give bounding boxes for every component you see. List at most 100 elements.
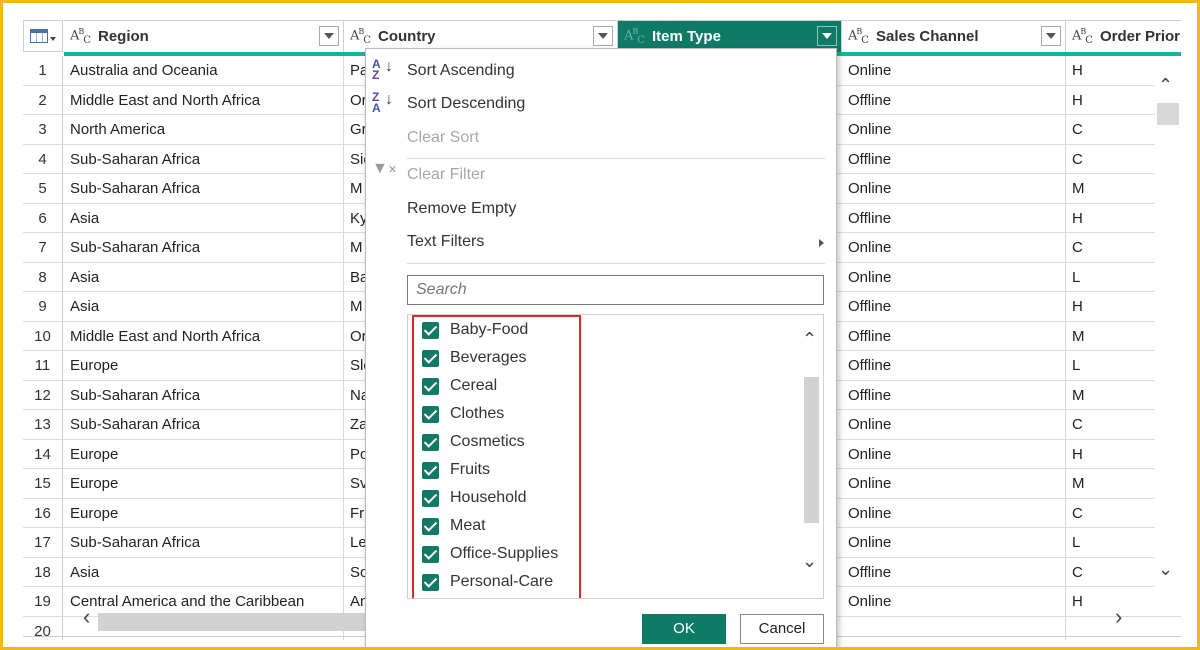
row-number: 15 [23, 469, 63, 498]
chevron-down-icon [822, 33, 832, 39]
text-type-icon: ABC [624, 27, 645, 46]
scroll-right-icon[interactable]: › [1115, 604, 1122, 630]
column-header[interactable]: ABC Sales Channel [842, 20, 1066, 52]
clear-filter-label: Clear Filter [407, 166, 486, 183]
table-cell[interactable]: Offline [842, 292, 1066, 321]
row-number: 5 [23, 174, 63, 203]
table-cell[interactable]: Sub-Saharan Africa [64, 380, 344, 409]
row-number: 16 [23, 498, 63, 527]
table-cell[interactable]: Europe [64, 351, 344, 380]
table-cell[interactable]: Offline [842, 380, 1066, 409]
row-number: 18 [23, 557, 63, 586]
scroll-down-icon[interactable]: ⌄ [802, 551, 817, 572]
table-cell[interactable]: Online [842, 410, 1066, 439]
table-cell[interactable]: Online [842, 56, 1066, 85]
row-number: 1 [23, 56, 63, 85]
table-cell[interactable]: Online [842, 233, 1066, 262]
table-cell[interactable]: Offline [842, 557, 1066, 586]
filter-dropdown-button[interactable] [1041, 26, 1061, 46]
table-cell[interactable]: Middle East and North Africa [64, 85, 344, 114]
table-cell[interactable]: Online [842, 174, 1066, 203]
row-number: 2 [23, 85, 63, 114]
filter-dropdown-button[interactable] [319, 26, 339, 46]
table-cell[interactable]: Online [842, 439, 1066, 468]
table-cell[interactable]: Online [842, 528, 1066, 557]
row-number: 4 [23, 144, 63, 173]
list-scrollbar[interactable]: ⌃ ⌄ [800, 315, 823, 598]
table-cell[interactable]: Offline [842, 321, 1066, 350]
list-scroll-thumb[interactable] [804, 377, 819, 523]
chevron-down-icon [50, 37, 56, 41]
column-filter-menu: A Z ↓ Sort Ascending Z A ↓ Sort Descending C… [365, 48, 837, 647]
clear-sort-item[interactable]: Clear Sort [366, 122, 836, 154]
row-number: 13 [23, 410, 63, 439]
sort-ascending-label: Sort Ascending [407, 62, 515, 79]
table-cell[interactable]: Australia and Oceania [64, 56, 344, 85]
text-filters-label: Text Filters [407, 233, 485, 250]
sort-descending-icon: Z A ↓ [372, 90, 393, 115]
scroll-left-icon[interactable]: ‹ [83, 604, 90, 630]
table-cell[interactable]: Middle East and North Africa [64, 321, 344, 350]
table-cell[interactable]: Europe [64, 439, 344, 468]
text-type-icon: ABC [848, 27, 869, 46]
horizontal-scroll-thumb[interactable] [98, 613, 368, 631]
row-number: 9 [23, 292, 63, 321]
table-cell[interactable]: Online [842, 469, 1066, 498]
vertical-scrollbar[interactable]: ⌃ ⌄ [1155, 59, 1181, 609]
highlight-box [412, 315, 581, 598]
sort-ascending-icon: A Z ↓ [372, 57, 393, 82]
table-cell[interactable]: Asia [64, 557, 344, 586]
column-header[interactable]: ABC Order Prior [1066, 20, 1181, 52]
table-menu-button[interactable] [23, 20, 63, 52]
table-cell[interactable]: Asia [64, 203, 344, 232]
column-header[interactable]: ABC Region [64, 20, 344, 52]
text-filters-item[interactable]: Text Filters [366, 226, 836, 258]
table-cell[interactable]: Asia [64, 292, 344, 321]
row-number: 7 [23, 233, 63, 262]
text-type-icon: ABC [1072, 27, 1093, 46]
chevron-down-icon [598, 33, 608, 39]
scroll-up-icon[interactable]: ⌃ [1158, 75, 1173, 96]
table-cell[interactable]: North America [64, 115, 344, 144]
table-cell[interactable]: Sub-Saharan Africa [64, 174, 344, 203]
cancel-button[interactable]: Cancel [740, 614, 824, 644]
vertical-scroll-thumb[interactable] [1157, 103, 1179, 125]
column-header-label: Country [378, 28, 436, 45]
row-number: 12 [23, 380, 63, 409]
table-cell[interactable]: Offline [842, 144, 1066, 173]
filter-dropdown-button[interactable] [593, 26, 613, 46]
table-cell[interactable]: Sub-Saharan Africa [64, 144, 344, 173]
search-input[interactable]: Search [407, 275, 824, 305]
chevron-down-icon [1046, 33, 1056, 39]
table-cell[interactable]: Online [842, 262, 1066, 291]
value-list: Baby-Food Beverages Cereal Clothes Cosmetics… [407, 314, 824, 599]
table-cell[interactable]: Sub-Saharan Africa [64, 528, 344, 557]
table-cell[interactable]: Europe [64, 469, 344, 498]
table-cell[interactable]: Asia [64, 262, 344, 291]
sort-descending-item[interactable]: Z A ↓ Sort Descending [366, 88, 836, 120]
table-cell[interactable]: Offline [842, 351, 1066, 380]
clear-filter-item[interactable]: ▼✕ Clear Filter [366, 159, 836, 191]
row-number: 6 [23, 203, 63, 232]
column-header-label: Item Type [652, 28, 721, 45]
text-type-icon: ABC [70, 27, 91, 46]
table-cell[interactable]: Offline [842, 85, 1066, 114]
scroll-up-icon[interactable]: ⌃ [802, 329, 817, 350]
column-header-label: Region [98, 28, 149, 45]
table-icon [30, 29, 48, 43]
chevron-down-icon [324, 33, 334, 39]
table-cell[interactable]: Sub-Saharan Africa [64, 233, 344, 262]
table-cell[interactable]: Online [842, 498, 1066, 527]
table-cell[interactable]: Online [842, 115, 1066, 144]
sort-ascending-item[interactable]: A Z ↓ Sort Ascending [366, 55, 836, 87]
filter-dropdown-button[interactable] [817, 26, 837, 46]
row-number: 11 [23, 351, 63, 380]
remove-empty-item[interactable]: Remove Empty [366, 193, 836, 225]
app-frame: ABC Region ABC Country ABC Item Type ABC Sales … [0, 0, 1200, 650]
table-cell[interactable]: Europe [64, 498, 344, 527]
scroll-down-icon[interactable]: ⌄ [1158, 559, 1173, 580]
table-cell[interactable]: Offline [842, 203, 1066, 232]
chevron-right-icon [819, 239, 824, 247]
table-cell[interactable]: Sub-Saharan Africa [64, 410, 344, 439]
ok-button[interactable]: OK [642, 614, 726, 644]
